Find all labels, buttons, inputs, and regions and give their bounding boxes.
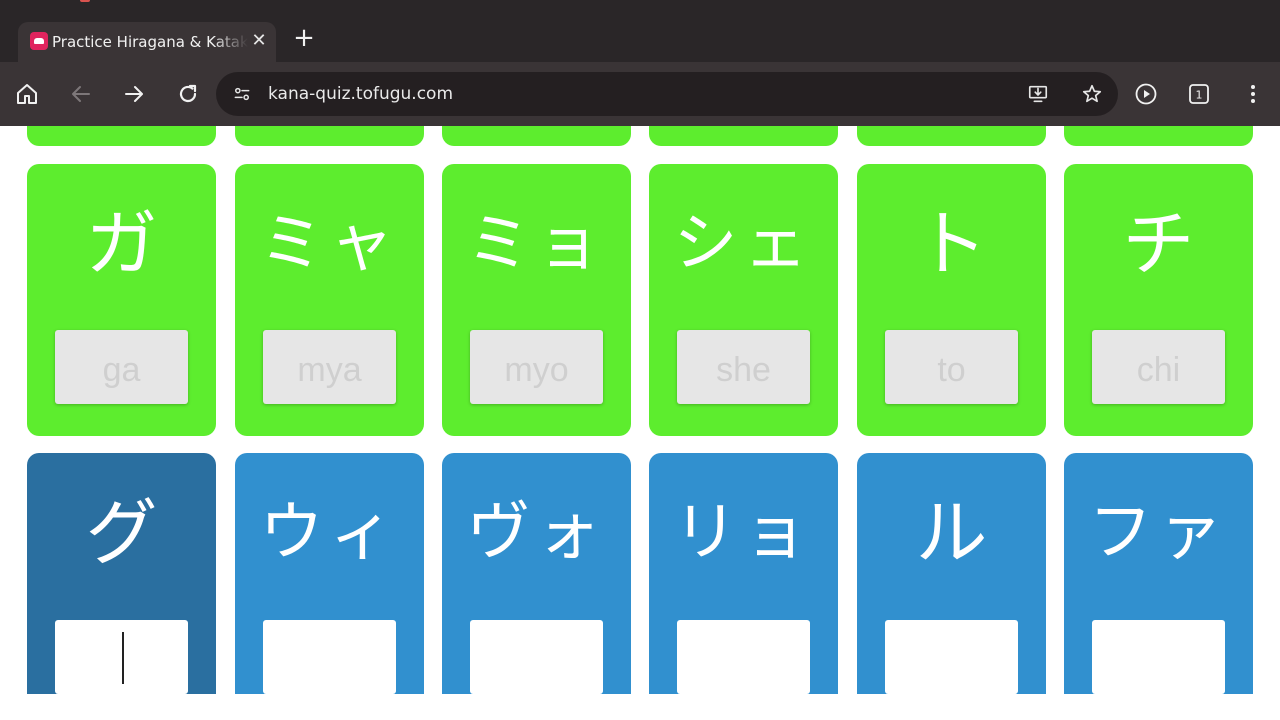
kana-card: ミョ myo [442,164,631,436]
kana-card: ファ [1064,453,1253,694]
system-status-bar [0,0,1280,14]
home-button[interactable] [11,78,43,110]
romaji-answer-input[interactable] [1092,620,1225,694]
bookmark-star-icon[interactable] [1080,82,1104,106]
system-nav-bar [0,694,1280,720]
tofugu-favicon-icon [30,32,48,50]
kana-character: ヴォ [466,496,607,570]
romaji-answer-input[interactable]: ga [55,330,188,404]
tab-count: 1 [1196,89,1203,102]
tab-title: Practice Hiragana & Katakana [52,33,248,51]
kana-character: リョ [673,496,814,570]
romaji-answer-input[interactable]: to [885,330,1018,404]
kana-character: ト [915,202,988,286]
text-cursor [122,632,124,684]
kana-card: グ [27,453,216,694]
back-arrow-icon [72,86,90,102]
kana-character: ミャ [259,207,400,281]
page-viewport: ガ ga ミャ mya ミョ myo シェ she ト to チ chi グ ウィ ヴォ リョ ル ファ [0,126,1280,694]
tab-switcher-button[interactable]: 1 [1183,78,1215,110]
back-button[interactable] [65,78,97,110]
kana-card: シェ she [649,164,838,436]
close-tab-icon[interactable]: ✕ [248,30,270,52]
media-play-button[interactable] [1130,78,1162,110]
url-text[interactable]: kana-quiz.tofugu.com [268,83,453,105]
kana-card: ヴォ [442,453,631,694]
kana-card [649,126,838,146]
forward-button[interactable] [118,78,150,110]
romaji-answer-input[interactable]: mya [263,330,396,404]
kana-card [1064,126,1253,146]
reload-icon [179,84,197,103]
kana-card: ル [857,453,1046,694]
romaji-answer-input[interactable] [470,620,603,694]
kana-character: ル [915,491,988,575]
kana-card: ト to [857,164,1046,436]
tab-active[interactable]: Practice Hiragana & Katakana ✕ [18,22,276,62]
tab-strip: Practice Hiragana & Katakana ✕ + [0,14,1280,62]
kana-character: ガ [85,202,158,286]
kana-card: ウィ [235,453,424,694]
more-vert-icon [1251,85,1255,103]
kana-card [857,126,1046,146]
kana-card [27,126,216,146]
romaji-answer-input[interactable] [263,620,396,694]
romaji-answer-input[interactable]: chi [1092,330,1225,404]
kana-character: ミョ [466,207,607,281]
kana-card: ガ ga [27,164,216,436]
kana-character: チ [1122,202,1195,286]
browser-toolbar: kana-quiz.tofugu.com 1 [0,62,1280,126]
more-menu-button[interactable] [1237,78,1269,110]
kana-character: グ [85,491,158,575]
kana-card [442,126,631,146]
tab-switcher-icon: 1 [1189,84,1209,104]
kana-card: リョ [649,453,838,694]
forward-arrow-icon [125,86,143,102]
site-settings-icon[interactable] [230,82,254,106]
play-circle-icon [1135,83,1157,105]
romaji-answer-input[interactable]: she [677,330,810,404]
romaji-answer-input[interactable] [885,620,1018,694]
install-app-icon[interactable] [1026,82,1050,106]
romaji-answer-input[interactable] [55,620,188,694]
home-icon [17,84,37,104]
kana-character: ウィ [259,496,400,570]
kana-character: ファ [1088,496,1229,570]
kana-card [235,126,424,146]
recording-indicator [80,0,90,2]
kana-card: チ chi [1064,164,1253,436]
romaji-answer-input[interactable]: myo [470,330,603,404]
new-tab-button[interactable]: + [290,25,318,53]
kana-card: ミャ mya [235,164,424,436]
reload-button[interactable] [172,78,204,110]
kana-character: シェ [673,207,814,281]
romaji-answer-input[interactable] [677,620,810,694]
address-bar[interactable]: kana-quiz.tofugu.com [216,72,1118,116]
